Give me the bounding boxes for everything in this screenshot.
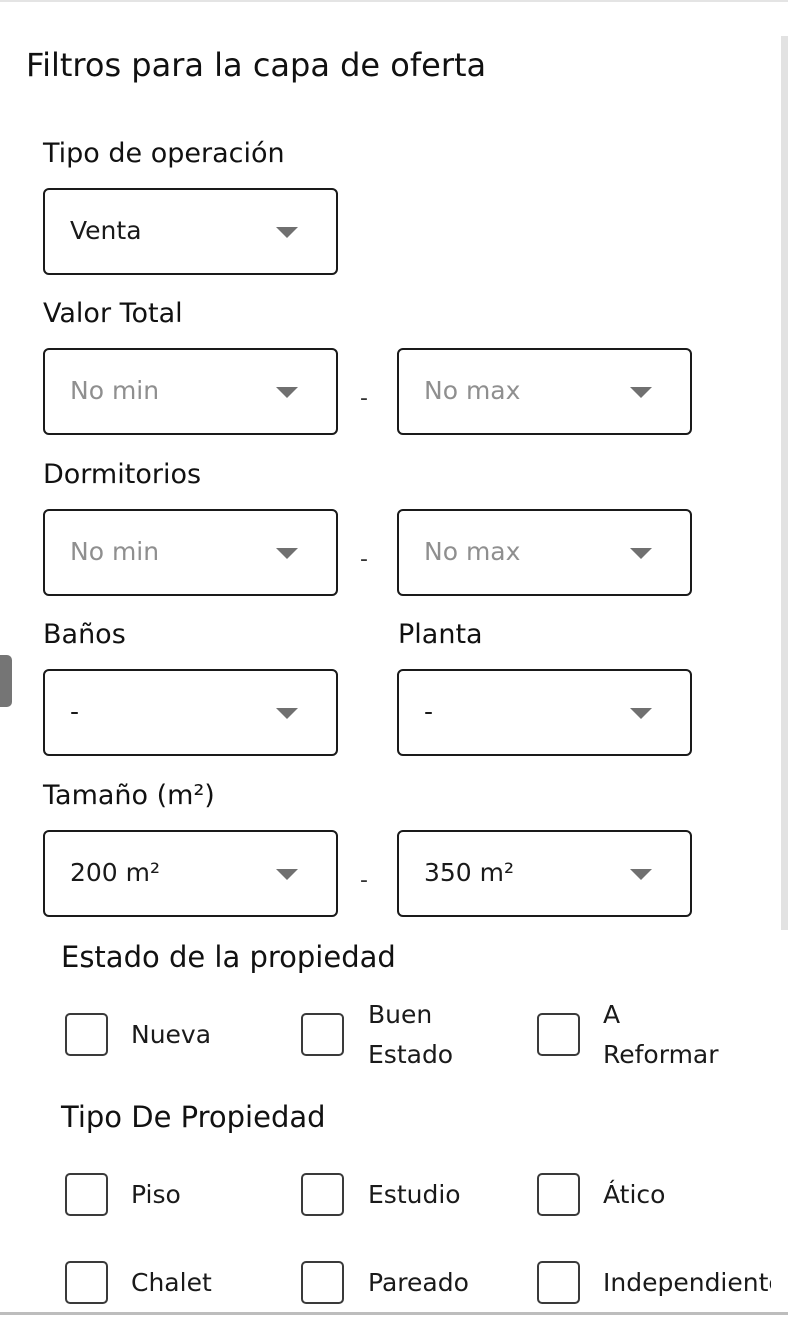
- checkbox-label: Chalet: [131, 1268, 212, 1297]
- checkbox-independiente[interactable]: [537, 1261, 580, 1304]
- floor-label: Planta: [398, 619, 483, 650]
- bottom-divider: [0, 1312, 788, 1315]
- total-value-label: Valor Total: [43, 298, 183, 329]
- checkbox-label: A Reformar: [603, 1000, 719, 1069]
- checkbox-label: Nueva: [131, 1020, 212, 1049]
- checkbox-label: Independiente: [603, 1268, 771, 1297]
- checkbox-a-reformar[interactable]: [537, 1013, 580, 1056]
- total-value-min-value: No min: [70, 376, 160, 405]
- bedrooms-max-value: No max: [424, 537, 521, 566]
- caret-down-icon: [276, 387, 298, 398]
- size-min-value: 200 m²: [70, 858, 161, 887]
- bedrooms-max-select[interactable]: No max: [397, 509, 692, 596]
- checkbox-estudio[interactable]: [301, 1173, 344, 1216]
- checkbox-buen-estado[interactable]: [301, 1013, 344, 1056]
- operation-label: Tipo de operación: [43, 138, 285, 169]
- range-separator: -: [360, 547, 368, 572]
- total-value-max-select[interactable]: No max: [397, 348, 692, 435]
- caret-down-icon: [630, 869, 652, 880]
- range-separator: -: [360, 868, 368, 893]
- operation-select[interactable]: Venta: [43, 188, 338, 275]
- bedrooms-label: Dormitorios: [43, 459, 202, 490]
- top-divider: [0, 0, 788, 2]
- checkbox-label: Buen Estado: [368, 1000, 454, 1069]
- bathrooms-value: -: [70, 697, 80, 726]
- caret-down-icon: [276, 708, 298, 719]
- bedrooms-min-value: No min: [70, 537, 160, 566]
- checkbox-label: Piso: [131, 1180, 181, 1209]
- caret-down-icon: [276, 869, 298, 880]
- checkbox-piso[interactable]: [65, 1173, 108, 1216]
- caret-down-icon: [276, 548, 298, 559]
- property-state-title: Estado de la propiedad: [61, 940, 396, 974]
- checkbox-chalet[interactable]: [65, 1261, 108, 1304]
- size-max-value: 350 m²: [424, 858, 515, 887]
- operation-value: Venta: [70, 216, 142, 245]
- property-type-title: Tipo De Propiedad: [61, 1100, 326, 1134]
- caret-down-icon: [630, 387, 652, 398]
- checkbox-pareado[interactable]: [301, 1261, 344, 1304]
- checkbox-label: Pareado: [368, 1268, 469, 1297]
- size-max-select[interactable]: 350 m²: [397, 830, 692, 917]
- size-min-select[interactable]: 200 m²: [43, 830, 338, 917]
- checkbox-label: Ático: [603, 1180, 666, 1209]
- bathrooms-label: Baños: [43, 619, 126, 650]
- checkbox-atico[interactable]: [537, 1173, 580, 1216]
- checkbox-nueva[interactable]: [65, 1013, 108, 1056]
- total-value-min-select[interactable]: No min: [43, 348, 338, 435]
- bedrooms-min-select[interactable]: No min: [43, 509, 338, 596]
- scrollbar[interactable]: [781, 36, 788, 930]
- floor-select[interactable]: -: [397, 669, 692, 756]
- floor-value: -: [424, 697, 434, 726]
- caret-down-icon: [630, 708, 652, 719]
- range-separator: -: [360, 386, 368, 411]
- caret-down-icon: [276, 227, 298, 238]
- side-panel-handle[interactable]: [0, 655, 12, 707]
- caret-down-icon: [630, 548, 652, 559]
- size-label: Tamaño (m²): [43, 780, 215, 811]
- checkbox-label: Estudio: [368, 1180, 461, 1209]
- bathrooms-select[interactable]: -: [43, 669, 338, 756]
- total-value-max-value: No max: [424, 376, 521, 405]
- page-title: Filtros para la capa de oferta: [26, 46, 487, 84]
